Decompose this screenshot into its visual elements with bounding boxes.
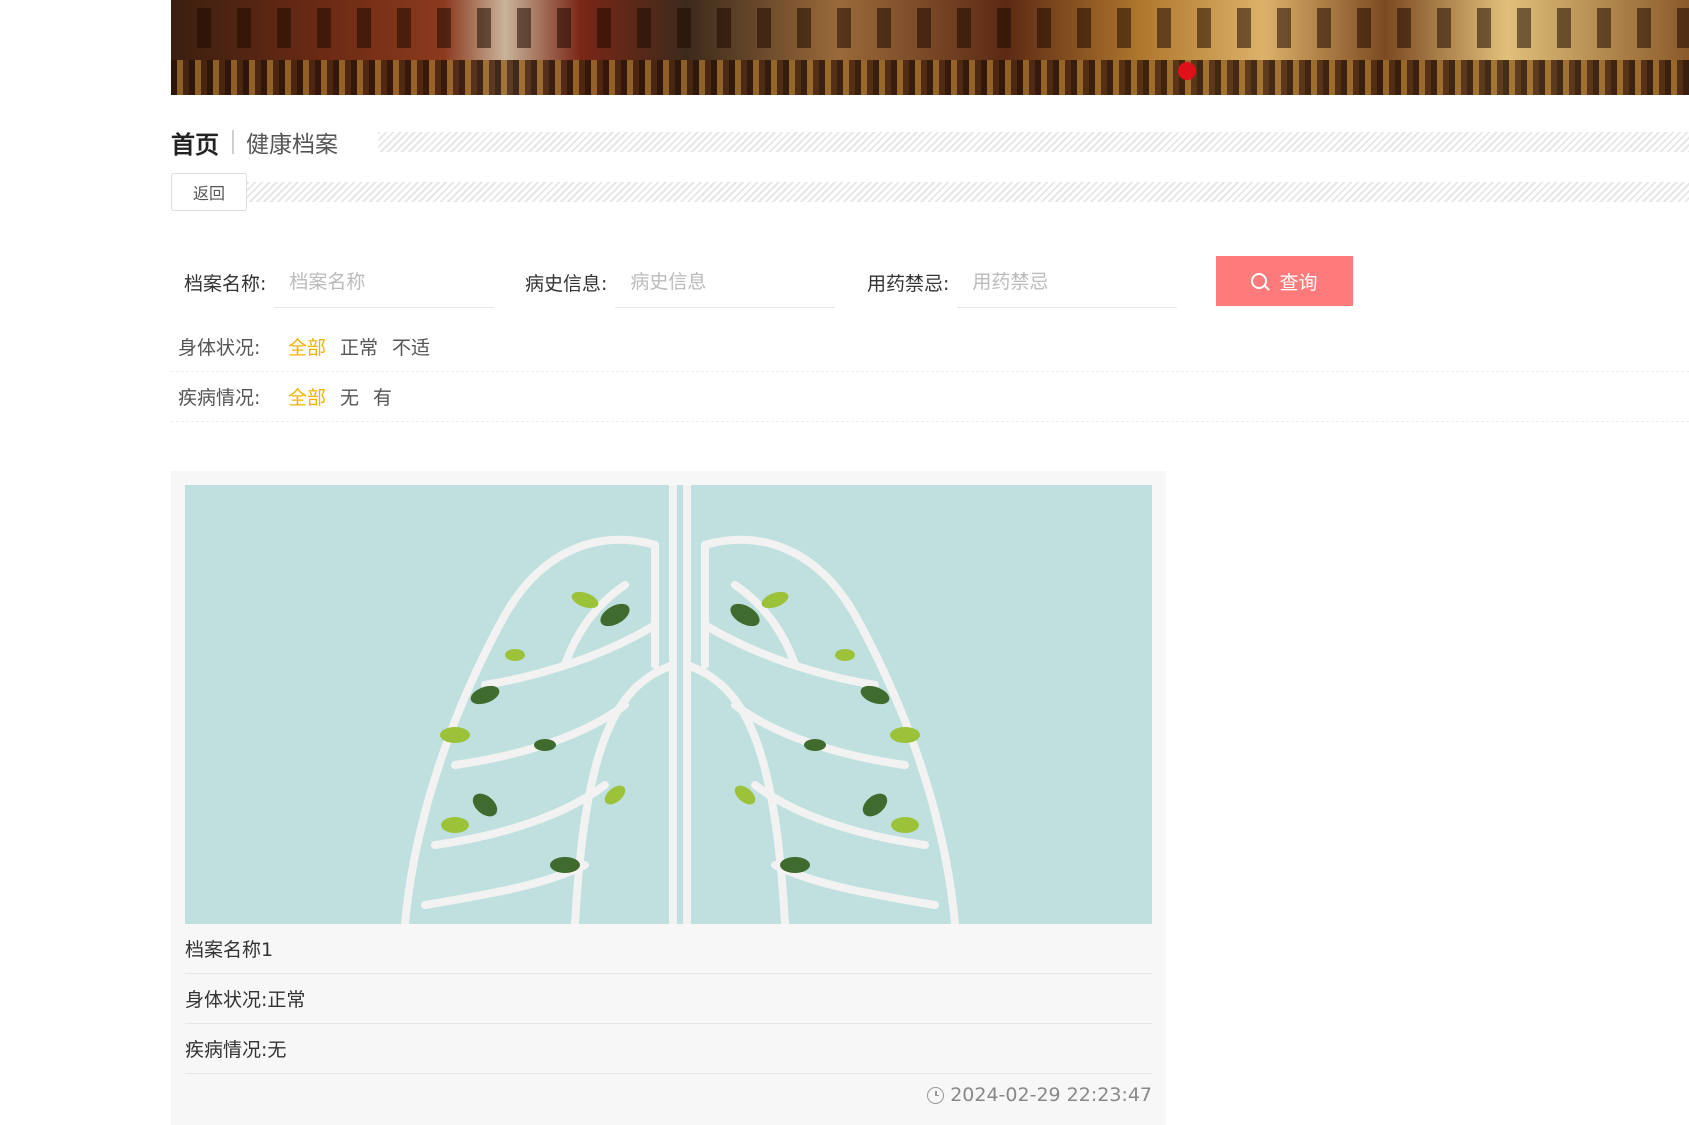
archive-name-label: 档案名称: [184,272,267,295]
back-button[interactable]: 返回 [171,173,247,211]
decorative-hatch [247,182,1689,202]
breadcrumb-current: 健康档案 [246,132,338,158]
lungs-illustration [401,485,959,924]
filter-option-all[interactable]: 全部 [288,383,326,410]
filter-body-status-label: 身体状况: [178,337,261,359]
filter-option-none[interactable]: 无 [340,383,359,410]
archive-card-disease-status: 疾病情况:无 [185,1024,1152,1074]
medical-history-label: 病史信息: [525,272,608,295]
drug-contraindication-label: 用药禁忌: [867,272,950,295]
query-button[interactable]: 查询 [1216,256,1353,306]
archive-card-time: 2024-02-29 22:23:47 [950,1084,1152,1106]
drug-contraindication-field: 用药禁忌: [867,256,1178,308]
filter-body-status: 身体状况: 全部 正常 不适 [171,322,1689,372]
filter-disease-status: 疾病情况: 全部 无 有 [171,372,1689,422]
filter-option-normal[interactable]: 正常 [340,333,378,360]
medical-history-input[interactable] [615,256,836,308]
filter-option-yes[interactable]: 有 [373,383,392,410]
archive-image[interactable] [185,485,1152,924]
archive-card-body-status: 身体状况:正常 [185,974,1152,1024]
query-button-label: 查询 [1279,272,1318,294]
search-icon [1251,273,1268,289]
back-row: 返回 [171,172,1689,212]
archive-card-name: 档案名称1 [185,924,1152,974]
breadcrumb: 首页 健康档案 [171,125,1689,159]
carousel-indicator-dot[interactable] [1178,62,1196,80]
medical-history-field: 病史信息: [525,256,836,308]
filter-option-unwell[interactable]: 不适 [392,333,430,360]
archive-name-field: 档案名称: [184,256,495,308]
filter-option-all[interactable]: 全部 [288,333,326,360]
clock-icon [927,1086,945,1104]
breadcrumb-divider [232,130,234,154]
archive-name-input[interactable] [274,256,495,308]
banner-image [171,8,1689,48]
breadcrumb-home-link[interactable]: 首页 [171,125,219,160]
drug-contraindication-input[interactable] [957,256,1178,308]
filter-disease-status-label: 疾病情况: [178,387,261,409]
banner-carousel[interactable] [171,0,1689,95]
archive-card-timestamp: 2024-02-29 22:23:47 [927,1084,1152,1106]
decorative-hatch [378,132,1689,152]
archive-card[interactable]: 档案名称1 身体状况:正常 疾病情况:无 2024-02-29 22:23:47 [171,471,1166,1125]
